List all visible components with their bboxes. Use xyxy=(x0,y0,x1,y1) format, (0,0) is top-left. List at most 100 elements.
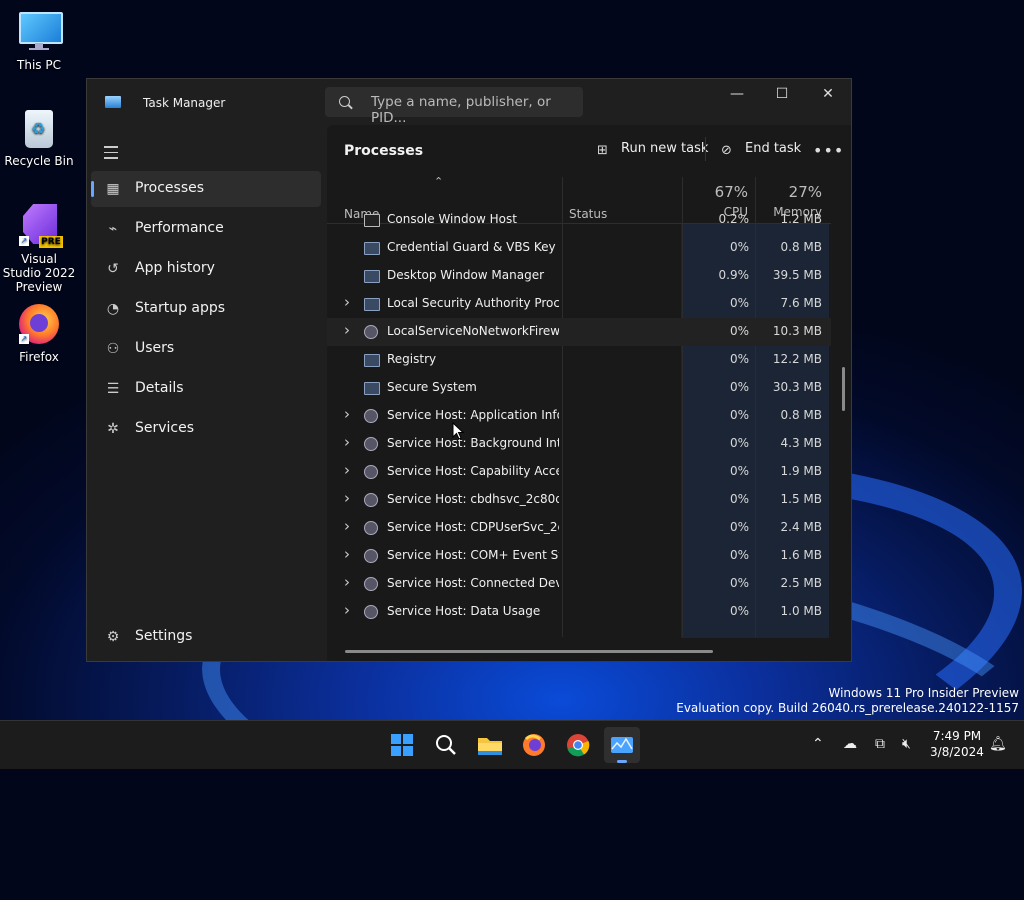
process-name: Secure System xyxy=(387,380,477,394)
end-task-button[interactable]: ⊘ End task xyxy=(721,141,801,158)
table-row[interactable]: Desktop Window Manager 0.9% 39.5 MB xyxy=(327,262,831,290)
firefox-button[interactable] xyxy=(516,727,552,763)
title-bar[interactable]: Task Manager Type a name, publisher, or … xyxy=(87,79,851,126)
memory-percent[interactable]: 27% xyxy=(789,183,822,201)
taskbar-search-button[interactable] xyxy=(428,727,464,763)
table-row[interactable]: › Service Host: CDPUserSvc_2c8... 0% 2.4 MB xyxy=(327,514,831,542)
expand-chevron-icon[interactable]: › xyxy=(344,293,350,311)
process-memory: 30.3 MB xyxy=(772,380,822,394)
service-gear-icon xyxy=(364,577,378,591)
volume-muted-icon[interactable]: 🔇︎ xyxy=(902,736,911,752)
show-hidden-icons-chevron-icon[interactable]: ⌃ xyxy=(812,736,824,752)
expand-chevron-icon[interactable]: › xyxy=(344,545,350,563)
active-indicator xyxy=(91,181,94,197)
table-row[interactable]: › Service Host: COM+ Event Sys... 0% 1.6 MB xyxy=(327,542,831,570)
table-row[interactable]: › Service Host: Application Infor... 0% 0.8… xyxy=(327,402,831,430)
process-name: Desktop Window Manager xyxy=(387,268,545,282)
network-icon[interactable]: ⧉ xyxy=(875,736,885,752)
history-icon: ↺ xyxy=(107,261,119,277)
visual-studio-icon: PRE ↗ xyxy=(17,204,63,248)
process-memory: 4.3 MB xyxy=(780,436,822,450)
expand-chevron-icon[interactable]: › xyxy=(344,321,350,339)
sidebar-item-services[interactable]: ✲ Services xyxy=(91,411,321,447)
search-input[interactable]: Type a name, publisher, or PID... xyxy=(325,87,583,126)
table-row[interactable]: › Service Host: Background Inte... 0% 4.3 M… xyxy=(327,430,831,458)
process-cpu: 0% xyxy=(729,408,749,422)
sidebar-item-performance[interactable]: ⌁ Performance xyxy=(91,211,321,247)
sidebar-item-processes[interactable]: ▦ Processes xyxy=(91,171,321,207)
notifications-bell-icon[interactable]: 🔔︎ xyxy=(989,736,1007,752)
sidebar-item-settings[interactable]: ⚙ Settings xyxy=(91,619,321,655)
desktop-icon-label: Visual Studio 2022 Preview xyxy=(2,252,76,294)
desktop-icon-this-pc[interactable]: This PC xyxy=(1,10,77,72)
expand-chevron-icon[interactable]: › xyxy=(344,573,350,591)
process-memory: 2.5 MB xyxy=(780,576,822,590)
table-row[interactable]: › Service Host: Connected Devi... 0% 2.5 MB xyxy=(327,570,831,598)
process-window-icon xyxy=(364,298,380,311)
maximize-button[interactable]: ☐ xyxy=(759,79,805,109)
expand-chevron-icon[interactable]: › xyxy=(344,489,350,507)
end-task-label: End task xyxy=(745,141,802,156)
cpu-percent[interactable]: 67% xyxy=(715,183,748,201)
firefox-icon xyxy=(523,734,545,756)
desktop-icon-recycle-bin[interactable]: ♻ Recycle Bin xyxy=(1,106,77,168)
desktop-icon-firefox[interactable]: ↗ Firefox xyxy=(1,302,77,364)
hamburger-menu-icon[interactable] xyxy=(104,146,118,163)
build-watermark: Windows 11 Pro Insider Preview Evaluatio… xyxy=(676,686,1019,716)
search-placeholder: Type a name, publisher, or PID... xyxy=(371,94,551,126)
sidebar-item-users[interactable]: ⚇ Users xyxy=(91,331,321,367)
table-row[interactable]: › Service Host: cbdhsvc_2c80d 0% 1.5 MB xyxy=(327,486,831,514)
table-row[interactable]: › Local Security Authority Proce... 0% 7.6 … xyxy=(327,290,831,318)
process-name: Local Security Authority Proce... xyxy=(387,296,559,310)
table-row[interactable]: Registry 0% 12.2 MB xyxy=(327,346,831,374)
table-row[interactable]: › LocalServiceNoNetworkFirewa... 0% 10.3 MB xyxy=(327,318,831,346)
process-name: Service Host: Application Infor... xyxy=(387,408,559,422)
minimize-button[interactable]: — xyxy=(714,79,760,109)
process-cpu: 0% xyxy=(729,464,749,478)
table-row[interactable]: Console Window Host 0.2% 1.2 MB xyxy=(327,206,831,234)
sidebar-item-app-history[interactable]: ↺ App history xyxy=(91,251,321,287)
table-row[interactable]: › Service Host: Data Usage 0% 1.0 MB xyxy=(327,598,831,626)
table-row[interactable]: › Service Host: Capability Acces... 0% 1.9 … xyxy=(327,458,831,486)
expand-chevron-icon[interactable]: › xyxy=(344,601,350,619)
file-explorer-icon xyxy=(478,738,502,755)
file-explorer-button[interactable] xyxy=(472,727,508,763)
process-name: Service Host: Capability Acces... xyxy=(387,464,559,478)
process-memory: 1.6 MB xyxy=(780,548,822,562)
sidebar-item-startup-apps[interactable]: ◔ Startup apps xyxy=(91,291,321,327)
vertical-scrollbar[interactable] xyxy=(842,367,845,411)
service-gear-icon xyxy=(364,605,378,619)
expand-chevron-icon[interactable]: › xyxy=(344,433,350,451)
close-button[interactable]: ✕ xyxy=(805,79,851,109)
process-cpu: 0% xyxy=(729,436,749,450)
table-row[interactable]: Secure System 0% 30.3 MB xyxy=(327,374,831,402)
expand-chevron-icon[interactable]: › xyxy=(344,461,350,479)
expand-chevron-icon[interactable]: › xyxy=(344,517,350,535)
expand-chevron-icon[interactable]: › xyxy=(344,405,350,423)
firefox-icon: ↗ xyxy=(17,302,61,346)
process-cpu: 0% xyxy=(729,380,749,394)
sidebar-item-label: App history xyxy=(135,260,215,276)
system-clock[interactable]: 7:49 PM 3/8/2024 xyxy=(926,728,988,760)
more-options-icon[interactable]: ••• xyxy=(813,141,844,160)
process-memory: 0.8 MB xyxy=(780,240,822,254)
chrome-button[interactable] xyxy=(560,727,596,763)
process-name: Service Host: cbdhsvc_2c80d xyxy=(387,492,559,506)
horizontal-scrollbar[interactable] xyxy=(345,650,713,653)
process-memory: 12.2 MB xyxy=(772,352,822,366)
run-new-task-button[interactable]: ⊞ Run new task xyxy=(597,141,708,158)
onedrive-icon[interactable]: ☁ xyxy=(843,736,857,752)
search-icon xyxy=(436,735,456,755)
desktop-icon-visual-studio[interactable]: PRE ↗ Visual Studio 2022 Preview xyxy=(1,204,77,294)
sidebar-item-label: Details xyxy=(135,380,184,396)
task-manager-taskbar-button[interactable] xyxy=(604,727,640,763)
process-name: Service Host: Background Inte... xyxy=(387,436,559,450)
pointer-icon xyxy=(452,422,464,440)
sort-chevron-up-icon[interactable]: ⌃ xyxy=(434,175,443,188)
sidebar-item-details[interactable]: ☰ Details xyxy=(91,371,321,407)
process-cpu: 0% xyxy=(729,324,749,338)
process-cpu: 0% xyxy=(729,520,749,534)
start-button[interactable] xyxy=(384,727,420,763)
table-row[interactable]: Credential Guard & VBS Key Is... 0% 0.8 MB xyxy=(327,234,831,262)
desktop-icon-label: This PC xyxy=(17,58,61,72)
